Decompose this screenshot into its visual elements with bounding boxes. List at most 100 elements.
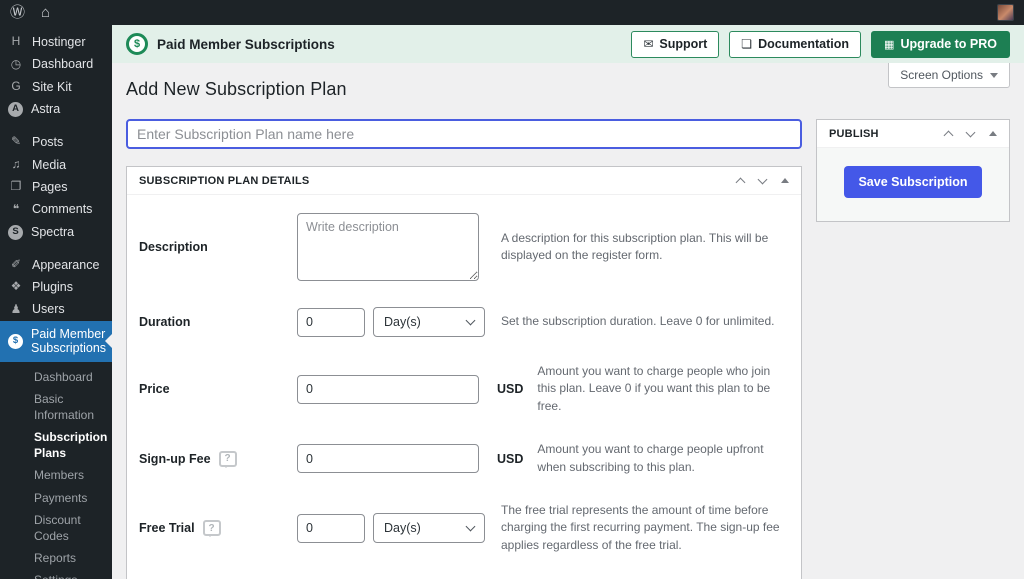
admin-bar: Ⓦ ⌂ [0,0,1024,25]
sidebar-item-label: Plugins [32,280,73,294]
document-icon: ❏ [741,37,752,51]
price-currency: USD [497,382,523,396]
move-up-icon[interactable] [944,131,954,141]
sidebar-item-spectra[interactable]: S Spectra [0,221,112,244]
pages-icon: ❐ [8,180,24,194]
price-label: Price [139,382,297,396]
astra-icon: A [8,102,23,117]
sidebar-separator [0,121,112,131]
free-trial-input[interactable] [297,514,365,543]
signup-fee-help: Amount you want to charge people upfront… [537,441,789,476]
label-text: Description [139,240,208,254]
sidebar-item-posts[interactable]: ✎ Posts [0,131,112,153]
move-up-icon[interactable] [736,178,746,188]
price-field-zone [297,375,487,404]
free-trial-field-zone: Day(s) [297,513,487,543]
move-down-icon[interactable] [758,175,768,185]
submenu-item-subscription-plans[interactable]: Subscription Plans [0,426,112,464]
sidebar-item-label: Media [32,158,66,172]
sidebar-item-comments[interactable]: ❝ Comments [0,198,112,220]
label-text: Duration [139,315,190,329]
signup-fee-input[interactable] [297,444,479,473]
plugin-name: Paid Member Subscriptions [157,37,335,52]
details-panel-title: SUBSCRIPTION PLAN DETAILS [139,175,309,187]
media-icon: ♫ [8,158,24,172]
submenu-item-settings[interactable]: Settings [0,569,112,579]
submenu-item-dashboard[interactable]: Dashboard [0,366,112,388]
publish-panel-header: PUBLISH [817,120,1009,148]
screen-options-button[interactable]: Screen Options [888,63,1010,88]
selected-option: Day(s) [384,521,421,535]
duration-input[interactable] [297,308,365,337]
details-panel-header: SUBSCRIPTION PLAN DETAILS [127,167,801,195]
plan-name-input[interactable] [126,119,802,149]
save-subscription-button[interactable]: Save Subscription [844,166,981,198]
sidebar-item-label: Spectra [31,225,74,239]
help-tooltip-icon[interactable]: ? [219,451,237,467]
page-title: Add New Subscription Plan [126,79,1010,100]
price-input[interactable] [297,375,479,404]
collapse-toggle-icon[interactable] [781,178,789,183]
label-text: Price [139,382,170,396]
avatar[interactable] [997,4,1014,21]
sidebar-item-paid-member-subscriptions[interactable]: $ Paid Member Subscriptions [0,321,112,362]
move-down-icon[interactable] [966,128,976,138]
free-trial-unit-select[interactable]: Day(s) [373,513,485,543]
active-menu-arrow [105,334,112,348]
upgrade-button-label: Upgrade to PRO [900,37,997,51]
sidebar-item-plugins[interactable]: ❖ Plugins [0,276,112,298]
upgrade-to-pro-button[interactable]: ▦ Upgrade to PRO [871,31,1010,58]
sidebar-item-pages[interactable]: ❐ Pages [0,176,112,198]
sidebar-item-label: Users [32,302,65,316]
main-column: SUBSCRIPTION PLAN DETAILS Description [126,119,802,579]
sidebar-item-users[interactable]: ♟ Users [0,298,112,320]
sidebar-item-site-kit[interactable]: G Site Kit [0,76,112,98]
submenu-item-basic-information[interactable]: Basic Information [0,388,112,426]
sidebar-item-label: Appearance [32,258,99,272]
label-text: Free Trial [139,521,195,535]
sidebar-item-appearance[interactable]: ✐ Appearance [0,254,112,276]
home-icon[interactable]: ⌂ [41,5,50,20]
page-body: Add New Subscription Plan SUBSCRIPTION P… [112,63,1024,579]
sidebar-item-label: Pages [32,180,67,194]
pms-logo-icon: $ [126,33,148,55]
publish-panel: PUBLISH Save Subscription [816,119,1010,222]
side-column: PUBLISH Save Subscription [816,119,1010,222]
sidebar-item-label: Dashboard [32,57,93,71]
dashboard-icon: ◷ [8,58,24,72]
pms-icon: $ [8,334,23,349]
help-tooltip-icon[interactable]: ? [203,520,221,536]
signup-fee-row: Sign-up Fee ? USD Amount you want to cha… [139,441,789,476]
sidebar-item-label: Astra [31,102,60,116]
sidebar-item-hostinger[interactable]: H Hostinger [0,31,112,53]
submenu-item-discount-codes[interactable]: Discount Codes [0,509,112,547]
wordpress-logo-icon[interactable]: Ⓦ [10,5,25,20]
editor-columns: SUBSCRIPTION PLAN DETAILS Description [126,119,1010,579]
support-button[interactable]: ✉ Support [631,31,719,58]
store-icon: ▦ [884,38,894,51]
documentation-button[interactable]: ❏ Documentation [729,31,861,58]
free-trial-label: Free Trial ? [139,520,297,536]
submenu-item-members[interactable]: Members [0,464,112,486]
screen-options-label: Screen Options [900,68,983,82]
documentation-button-label: Documentation [758,37,849,51]
publish-panel-body: Save Subscription [817,148,1009,221]
sidebar-item-media[interactable]: ♫ Media [0,154,112,176]
sidebar-item-astra[interactable]: A Astra [0,98,112,121]
selected-option: Day(s) [384,315,421,329]
comments-icon: ❝ [8,203,24,217]
label-text: Sign-up Fee [139,452,211,466]
panel-actions [737,175,789,186]
sidebar-item-dashboard[interactable]: ◷ Dashboard [0,53,112,75]
sidebar-separator [0,244,112,254]
free-trial-row: Free Trial ? Day(s) The free trial re [139,502,789,554]
submenu-item-payments[interactable]: Payments [0,487,112,509]
subscription-plan-details-panel: SUBSCRIPTION PLAN DETAILS Description [126,166,802,579]
free-trial-help: The free trial represents the amount of … [501,502,789,554]
collapse-toggle-icon[interactable] [989,131,997,136]
duration-unit-select[interactable]: Day(s) [373,307,485,337]
plugin-header: $ Paid Member Subscriptions ✉ Support ❏ … [112,25,1024,63]
submenu-item-reports[interactable]: Reports [0,547,112,569]
description-textarea[interactable] [297,213,479,281]
duration-help: Set the subscription duration. Leave 0 f… [501,313,789,330]
